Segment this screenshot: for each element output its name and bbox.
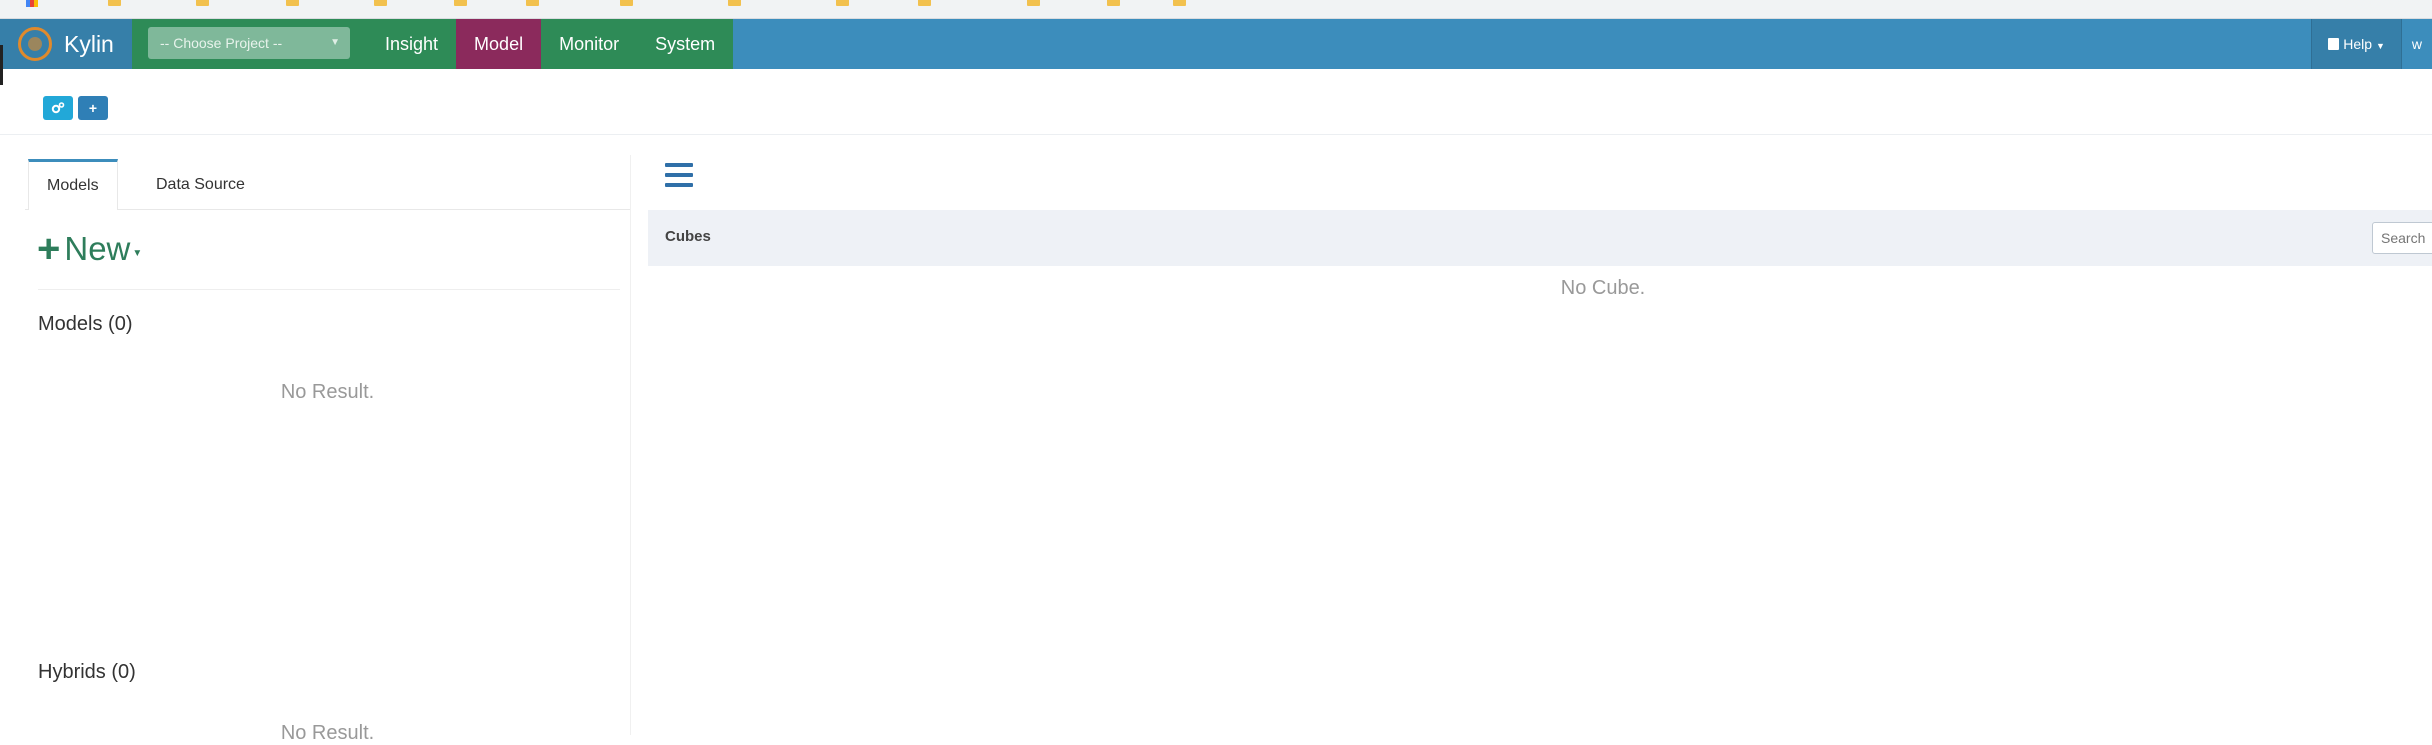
nav-tab-monitor[interactable]: Monitor	[541, 19, 638, 69]
folder-icon	[728, 0, 741, 6]
page-toolbar: +	[0, 69, 2432, 135]
project-select-value: -- Choose Project --	[160, 35, 283, 51]
user-menu[interactable]: w	[2400, 19, 2432, 69]
main-nav: Insight Model Monitor System	[367, 19, 734, 69]
new-button[interactable]: + New ▼	[37, 225, 142, 273]
cube-search-input[interactable]	[2372, 222, 2432, 254]
cubes-empty-message: No Cube.	[1560, 277, 1646, 299]
folder-icon	[1027, 0, 1040, 6]
bookmark-folder[interactable]	[196, 0, 215, 8]
bookmark-folder[interactable]	[836, 0, 855, 8]
project-select[interactable]: -- Choose Project -- ▼	[148, 27, 350, 59]
folder-icon	[526, 0, 539, 6]
bookmark-folder[interactable]	[286, 0, 305, 8]
top-navbar: Kylin -- Choose Project -- ▼ Insight Mod…	[0, 19, 2432, 69]
caret-down-icon: ▼	[132, 247, 143, 259]
bookmark-folder[interactable]	[526, 0, 545, 8]
menu-icon[interactable]	[665, 163, 693, 187]
bookmark-folder[interactable]	[1027, 0, 1046, 8]
kylin-logo-icon	[18, 27, 52, 61]
gears-icon	[51, 102, 65, 114]
plus-icon: +	[37, 227, 61, 271]
brand[interactable]: Kylin	[0, 19, 132, 69]
new-label: New	[64, 230, 131, 267]
cubes-panel: Cubes No Cube.	[648, 155, 2432, 735]
chevron-down-icon: ▼	[330, 37, 340, 48]
bookmark-folder[interactable]	[1173, 0, 1192, 8]
folder-icon	[918, 0, 931, 6]
folder-icon	[1173, 0, 1186, 6]
project-selector-area: -- Choose Project -- ▼	[132, 19, 367, 69]
folder-icon	[454, 0, 467, 6]
divider	[38, 289, 620, 290]
nav-tab-model[interactable]: Model	[456, 19, 542, 69]
nav-right: Help ▼ w	[2311, 19, 2432, 69]
bookmark-folder[interactable]	[108, 0, 127, 8]
left-tabs: Models Data Source	[25, 159, 630, 210]
folder-icon	[836, 0, 849, 6]
tab-models[interactable]: Models	[28, 159, 118, 210]
bookmark-folder[interactable]	[454, 0, 473, 8]
caret-down-icon: ▼	[2375, 41, 2385, 51]
help-label: Help	[2343, 36, 2373, 52]
models-panel: Models Data Source + New ▼ Models (0) No…	[25, 155, 631, 744]
bookmark-apps[interactable]	[26, 0, 44, 8]
nav-tab-insight[interactable]: Insight	[367, 19, 457, 69]
models-heading: Models (0)	[38, 313, 133, 335]
folder-icon	[196, 0, 209, 6]
apps-icon	[26, 0, 38, 7]
folder-icon	[374, 0, 387, 6]
bookmark-folder[interactable]	[918, 0, 937, 8]
cubes-title: Cubes	[665, 228, 711, 245]
help-dropdown[interactable]: Help ▼	[2311, 19, 2401, 69]
folder-icon	[286, 0, 299, 6]
bookmarks-bar	[0, 0, 2432, 19]
nav-tab-system[interactable]: System	[637, 19, 734, 69]
bookmark-folder[interactable]	[1107, 0, 1126, 8]
folder-icon	[620, 0, 633, 6]
brand-name: Kylin	[64, 30, 114, 57]
folder-icon	[108, 0, 121, 6]
hybrids-empty-message: No Result.	[280, 722, 375, 744]
bookmark-folder[interactable]	[620, 0, 639, 8]
bookmark-folder[interactable]	[728, 0, 747, 8]
models-empty-message: No Result.	[280, 381, 375, 403]
cubes-header: Cubes	[648, 210, 2432, 266]
hybrids-heading: Hybrids (0)	[38, 661, 136, 683]
add-button[interactable]: +	[78, 96, 108, 120]
bookmark-folder[interactable]	[374, 0, 393, 8]
book-icon	[2328, 38, 2340, 50]
folder-icon	[1107, 0, 1120, 6]
config-button[interactable]	[43, 96, 73, 120]
tab-data-source[interactable]: Data Source	[138, 159, 263, 209]
